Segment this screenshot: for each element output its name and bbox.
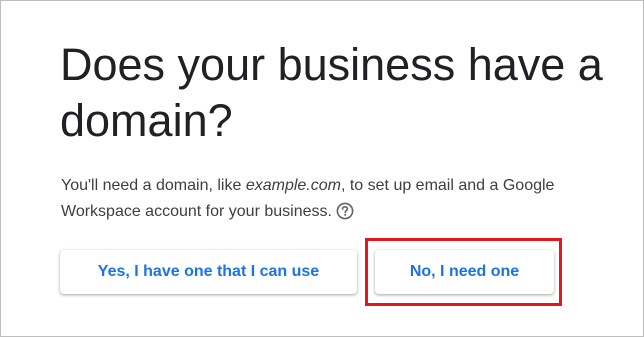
no-need-domain-button[interactable]: No, I need one <box>375 250 554 294</box>
description-example-domain: example.com <box>245 177 341 194</box>
page-description: You'll need a domain, like example.com, … <box>61 173 621 225</box>
setup-card: Does your business have a domain? You'll… <box>0 0 644 337</box>
page-title: Does your business have a domain? <box>60 39 603 146</box>
description-text-start: You'll need a domain, like <box>61 177 246 194</box>
question-circle-icon[interactable] <box>336 202 354 220</box>
yes-have-domain-button[interactable]: Yes, I have one that I can use <box>60 250 357 294</box>
